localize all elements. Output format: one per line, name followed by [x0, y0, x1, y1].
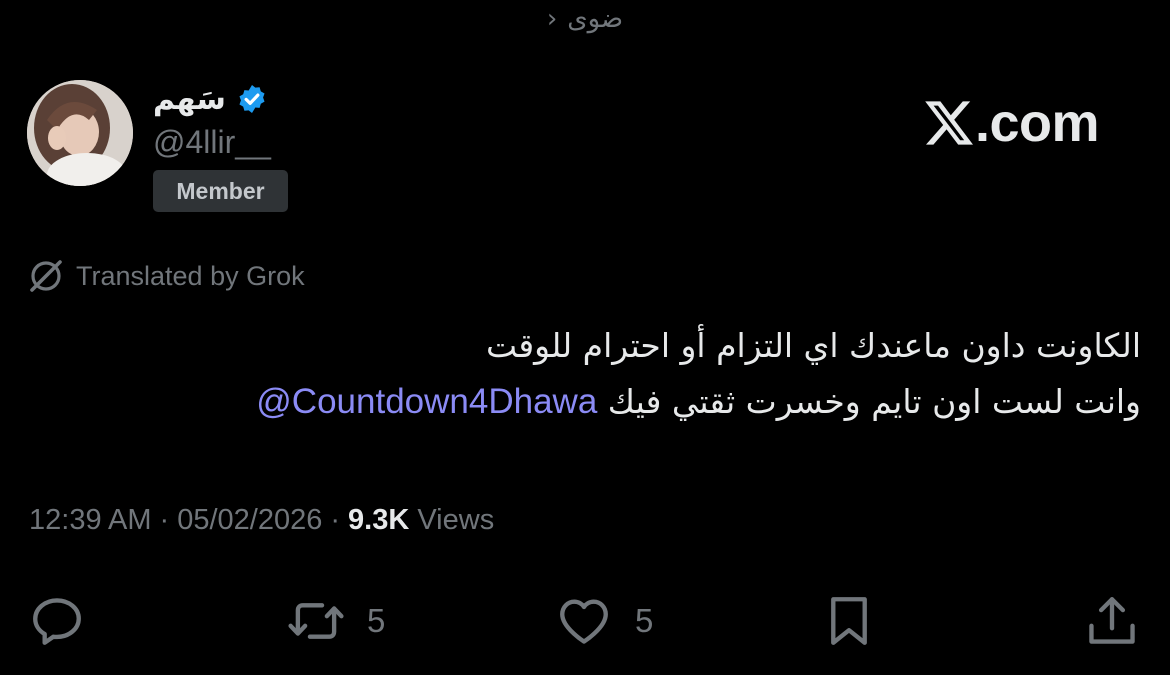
meta-separator: · [159, 504, 170, 536]
tweet-line-1: الكاونت داون ماعندك اي التزام أو احترام … [485, 326, 1141, 365]
views-count: 9.3K [348, 504, 410, 536]
like-count: 5 [635, 602, 654, 639]
translated-by-grok[interactable]: Translated by Grok [26, 256, 305, 296]
avatar-photo [27, 80, 133, 186]
views-stat[interactable]: 9.3K Views [348, 504, 494, 537]
author-display-name[interactable]: سَهم [153, 82, 226, 117]
tweet-line-2: وانت لست اون تايم وخسرت ثقتي فيك @Countd… [31, 374, 1141, 430]
share-icon [1089, 597, 1135, 644]
verified-badge-icon [239, 85, 265, 113]
share-button[interactable] [1083, 592, 1141, 650]
tweet-time[interactable]: 12:39 AM [29, 504, 152, 537]
reply-button[interactable] [28, 592, 86, 650]
chevron-right-icon: › [546, 4, 558, 34]
reply-icon [33, 598, 81, 645]
translated-label: Translated by Grok [76, 260, 305, 291]
tweet-date[interactable]: 05/02/2026 [177, 504, 322, 537]
bookmark-button[interactable] [820, 592, 878, 650]
like-button[interactable]: 5 [555, 592, 653, 650]
views-label: Views [417, 504, 495, 536]
x-logo-text: .com [975, 93, 1100, 153]
avatar[interactable] [27, 80, 133, 186]
repost-icon [288, 603, 344, 639]
tweet-meta: 12:39 AM · 05/02/2026 · 9.3K Views [29, 504, 494, 537]
community-name: ضوى [567, 4, 624, 34]
tweet-line-2-text: وانت لست اون تايم وخسرت ثقتي فيك [607, 382, 1141, 421]
repost-count: 5 [367, 602, 386, 639]
bookmark-icon [831, 597, 867, 645]
community-breadcrumb[interactable]: › ضوى [0, 4, 1170, 34]
member-badge: Member [153, 170, 288, 212]
mention-link[interactable]: @Countdown4Dhawa [256, 382, 597, 421]
x-logo: .com [925, 92, 1100, 154]
author-handle[interactable]: @4llir__ [153, 124, 271, 161]
x-icon [925, 101, 973, 145]
tweet-text: الكاونت داون ماعندك اي التزام أو احترام … [31, 318, 1141, 430]
repost-button[interactable]: 5 [287, 592, 385, 650]
action-bar: 5 5 [0, 588, 1170, 658]
meta-separator: · [330, 504, 341, 536]
heart-icon [560, 599, 608, 644]
grok-icon [30, 260, 62, 292]
author-name-row[interactable]: سَهم [153, 78, 268, 120]
